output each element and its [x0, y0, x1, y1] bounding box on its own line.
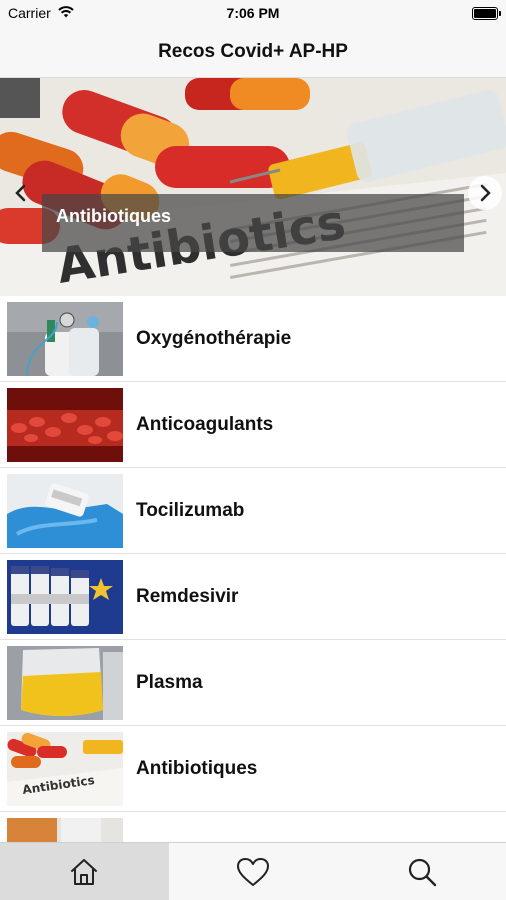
tab-search[interactable] — [337, 843, 506, 900]
chevron-left-icon — [15, 184, 26, 202]
chevron-right-icon — [480, 184, 491, 202]
status-time: 7:06 PM — [226, 5, 280, 21]
battery-icon — [472, 6, 501, 20]
hero-image: Antibiotics — [0, 78, 506, 296]
heart-icon — [237, 857, 269, 886]
carousel-next-button[interactable] — [468, 176, 502, 210]
list-item-label: Antibiotiques — [136, 757, 258, 779]
status-left: Carrier — [8, 5, 75, 21]
list-item-label: Anticoagulants — [136, 413, 274, 435]
wifi-icon — [57, 5, 75, 21]
list-item-label: Remdesivir — [136, 585, 239, 607]
tab-home[interactable] — [0, 843, 169, 900]
page-title: Recos Covid+ AP-HP — [158, 40, 348, 62]
gloved-hand-vial-thumbnail — [7, 474, 123, 548]
list-item[interactable] — [0, 812, 506, 842]
tab-bar — [0, 842, 506, 900]
list-item[interactable]: Oxygénothérapie — [0, 296, 506, 382]
carrier-label: Carrier — [8, 5, 51, 21]
list-item[interactable]: Anticoagulants — [0, 382, 506, 468]
list-item[interactable]: Tocilizumab — [0, 468, 506, 554]
status-bar: Carrier 7:06 PM — [0, 0, 506, 26]
list-item[interactable]: Antibiotics Antibiotiques — [0, 726, 506, 812]
nav-bar: Recos Covid+ AP-HP — [0, 26, 506, 78]
list-item[interactable]: Remdesivir — [0, 554, 506, 640]
antibiotic-pills-thumbnail: Antibiotics — [7, 732, 123, 806]
tab-favorites[interactable] — [169, 843, 338, 900]
list-item-label: Plasma — [136, 671, 203, 693]
hero-caption: Antibiotiques — [56, 206, 171, 226]
carousel-prev-button[interactable] — [4, 176, 38, 210]
list-item[interactable]: Plasma — [0, 640, 506, 726]
home-icon — [71, 858, 98, 885]
treatment-list: Oxygénothérapie Anticoagulants Tocilizum… — [0, 296, 506, 842]
list-item-label: Tocilizumab — [136, 499, 245, 521]
hero-carousel[interactable]: Antibiotics Antibiotiques — [0, 78, 506, 296]
blood-cells-thumbnail — [7, 388, 123, 462]
vials-thumbnail — [7, 560, 123, 634]
oxygen-equipment-thumbnail — [7, 302, 123, 376]
search-icon — [408, 858, 436, 886]
partial-next-item-thumbnail — [7, 818, 123, 842]
list-item-label: Oxygénothérapie — [136, 327, 292, 349]
plasma-bag-thumbnail — [7, 646, 123, 720]
